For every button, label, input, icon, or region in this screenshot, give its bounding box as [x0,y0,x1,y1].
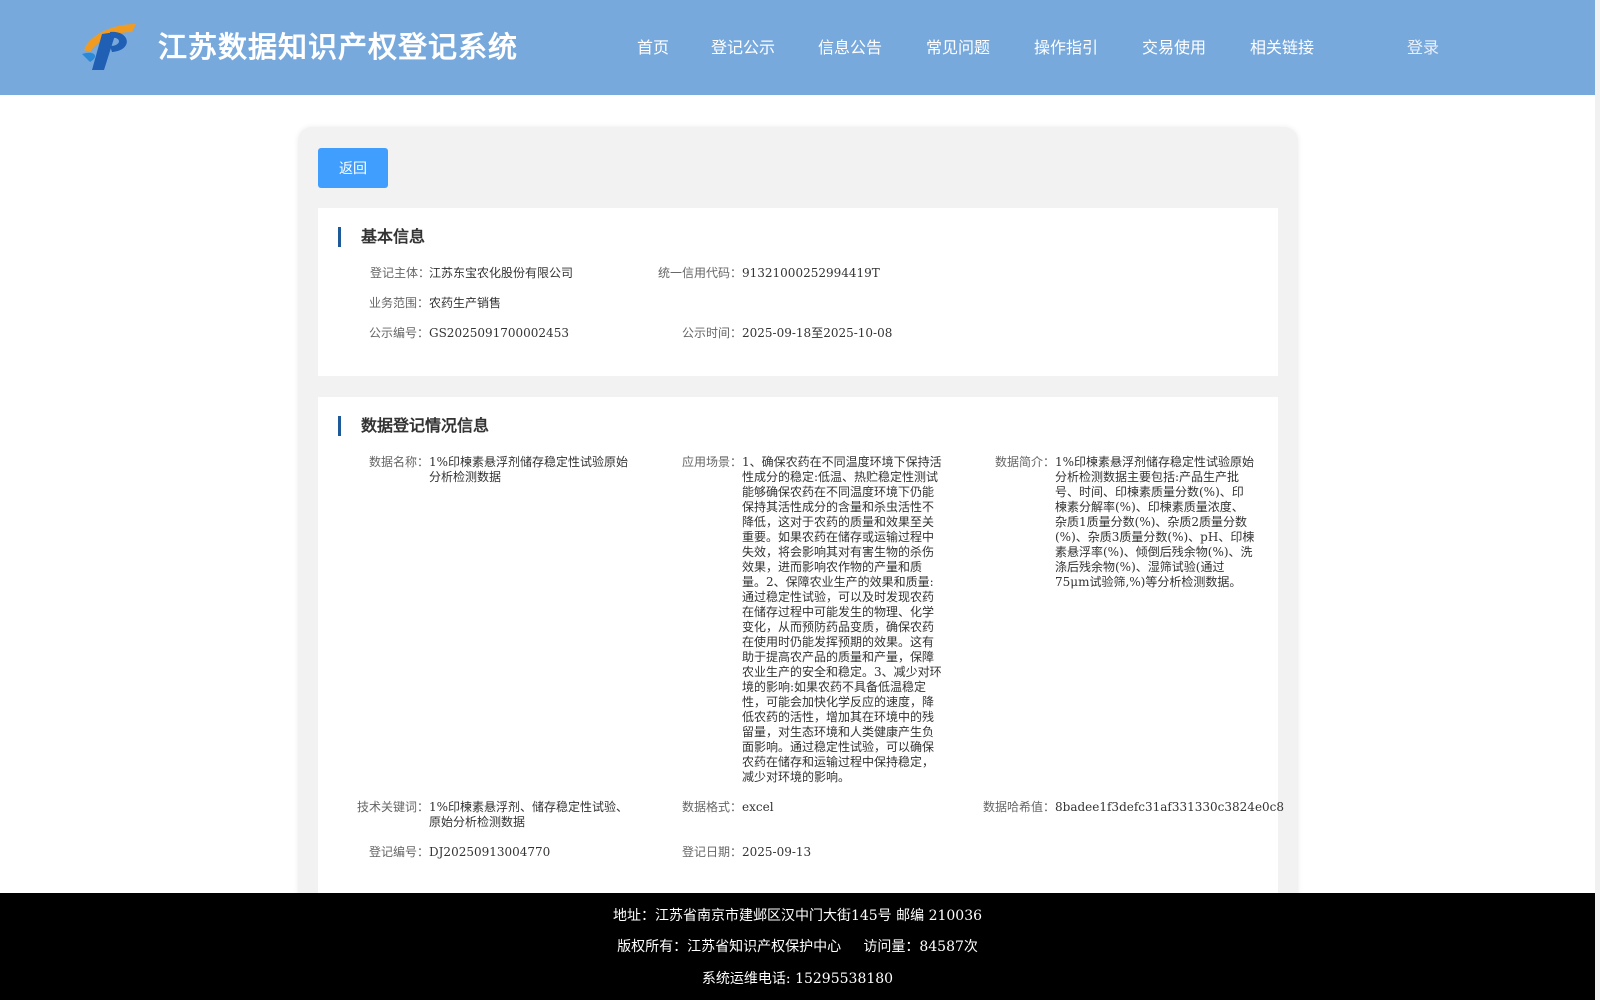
scrollbar[interactable] [1595,0,1600,1000]
nav-trade-use[interactable]: 交易使用 [1142,34,1206,58]
footer-copyright: 版权所有：江苏省知识产权保护中心 访问量：84587次 [617,939,978,955]
detail-card: 返回 基本信息 登记主体： 江苏东宝农化股份有限公司 统一信用代码： 91321… [298,127,1298,927]
field-label: 公示时间： [681,326,742,340]
field-value: 江苏东宝农化股份有限公司 [429,266,574,280]
footer-address: 地址：江苏省南京市建邺区汉中门大街145号 邮编 210036 [612,908,983,924]
field-value: 91321000252994419T [742,266,880,280]
field-label: 登记日期： [681,845,742,859]
field-label: 数据哈希值： [982,800,1055,814]
field-label: 业务范围： [368,296,429,310]
back-button[interactable]: 返回 [318,148,388,188]
field-value: DJ20250913004770 [429,845,551,859]
field-label: 登记主体： [369,266,430,280]
field-value: 8badee1f3defc31af331330c3824e0c8 [1055,800,1285,814]
field-label: 公示编号： [368,326,429,340]
field-label: 统一信用代码： [657,266,742,280]
field-value: 1、确保农药在不同温度环境下保持活性成分的稳定:低温、热贮稳定性测试能够确保农药… [742,455,942,784]
site-header: 江苏数据知识产权登记系统 首页 登记公示 信息公告 常见问题 操作指引 交易使用… [0,0,1595,95]
site-logo-icon [82,24,136,70]
field-value: 2025-09-18至2025-10-08 [742,326,893,340]
field-label: 数据简介： [994,455,1055,469]
field-label: 技术关键词： [356,800,429,814]
login-link[interactable]: 登录 [1407,34,1439,58]
field-label: 数据格式： [681,800,742,814]
site-title: 江苏数据知识产权登记系统 [158,30,519,64]
field-value: excel [742,800,774,814]
field-value: 1%印楝素悬浮剂、储存稳定性试验、原始分析检测数据 [429,800,629,829]
section-title-basic: 基本信息 [338,227,425,247]
field-value: 2025-09-13 [742,845,812,859]
field-value: 1%印楝素悬浮剂储存稳定性试验原始分析检测数据 [429,455,629,484]
basic-info-section: 基本信息 登记主体： 江苏东宝农化股份有限公司 统一信用代码： 91321000… [318,208,1278,376]
field-label: 登记编号： [368,845,429,859]
field-value: GS2025091700002453 [429,326,569,340]
field-label: 应用场景： [681,455,742,469]
nav-announcements[interactable]: 信息公告 [818,34,882,58]
field-value: 1%印楝素悬浮剂储存稳定性试验原始分析检测数据主要包括:产品生产批号、时间、印楝… [1055,455,1255,589]
nav-home[interactable]: 首页 [637,34,669,58]
field-value: 农药生产销售 [429,296,502,310]
footer-phone: 系统运维电话: 15295538180 [701,971,894,987]
nav-faq[interactable]: 常见问题 [926,34,990,58]
section-title-registration: 数据登记情况信息 [338,416,489,436]
nav-guide[interactable]: 操作指引 [1034,34,1098,58]
field-label: 数据名称： [368,455,429,469]
nav-related-links[interactable]: 相关链接 [1250,34,1314,58]
nav-registration-public[interactable]: 登记公示 [711,34,775,58]
registration-info-section: 数据登记情况信息 数据名称： 1%印楝素悬浮剂储存稳定性试验原始分析检测数据 应… [318,397,1285,927]
site-footer: 地址：江苏省南京市建邺区汉中门大街145号 邮编 210036 版权所有：江苏省… [0,893,1595,1000]
